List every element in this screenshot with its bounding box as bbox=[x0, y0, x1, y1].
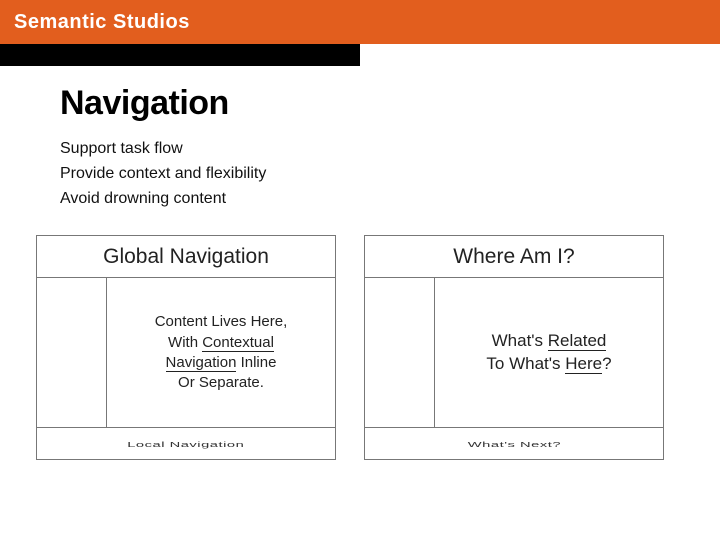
brand-logo: Semantic Studios bbox=[14, 11, 190, 34]
panel-sidebar bbox=[37, 278, 107, 427]
panel-text-line: With Contextual bbox=[155, 333, 288, 353]
panel-text-line: Content Lives Here, bbox=[155, 312, 288, 332]
panel-text-line: Or Separate. bbox=[155, 373, 288, 393]
panel-where-am-i: Where Am I? What's Related To What's Her… bbox=[364, 235, 664, 460]
panel-body: Content Lives Here, With Contextual Navi… bbox=[37, 278, 335, 427]
panel-footer: Local Navigation bbox=[37, 427, 335, 459]
page-title: Navigation bbox=[60, 84, 660, 123]
panel-row: Global Navigation Content Lives Here, Wi… bbox=[0, 235, 720, 460]
panel-main: What's Related To What's Here? bbox=[435, 278, 663, 427]
panel-text-line: Navigation Inline bbox=[155, 353, 288, 373]
panel-heading: Global Navigation bbox=[37, 236, 335, 278]
slide-content: Navigation Support task flow Provide con… bbox=[0, 66, 720, 211]
bullet-item: Provide context and flexibility bbox=[60, 162, 660, 187]
bullet-item: Support task flow bbox=[60, 137, 660, 162]
panel-footer: What's Next? bbox=[365, 427, 663, 459]
panel-heading: Where Am I? bbox=[365, 236, 663, 278]
panel-main: Content Lives Here, With Contextual Navi… bbox=[107, 278, 335, 427]
panel-text-line: To What's Here? bbox=[486, 353, 611, 376]
bullet-item: Avoid drowning content bbox=[60, 187, 660, 212]
panel-text-line: What's Related bbox=[486, 330, 611, 353]
header-bar: Semantic Studios bbox=[0, 0, 720, 44]
panel-sidebar bbox=[365, 278, 435, 427]
accent-bar bbox=[0, 44, 360, 66]
panel-global-navigation: Global Navigation Content Lives Here, Wi… bbox=[36, 235, 336, 460]
bullet-list: Support task flow Provide context and fl… bbox=[60, 137, 660, 211]
panel-body: What's Related To What's Here? bbox=[365, 278, 663, 427]
